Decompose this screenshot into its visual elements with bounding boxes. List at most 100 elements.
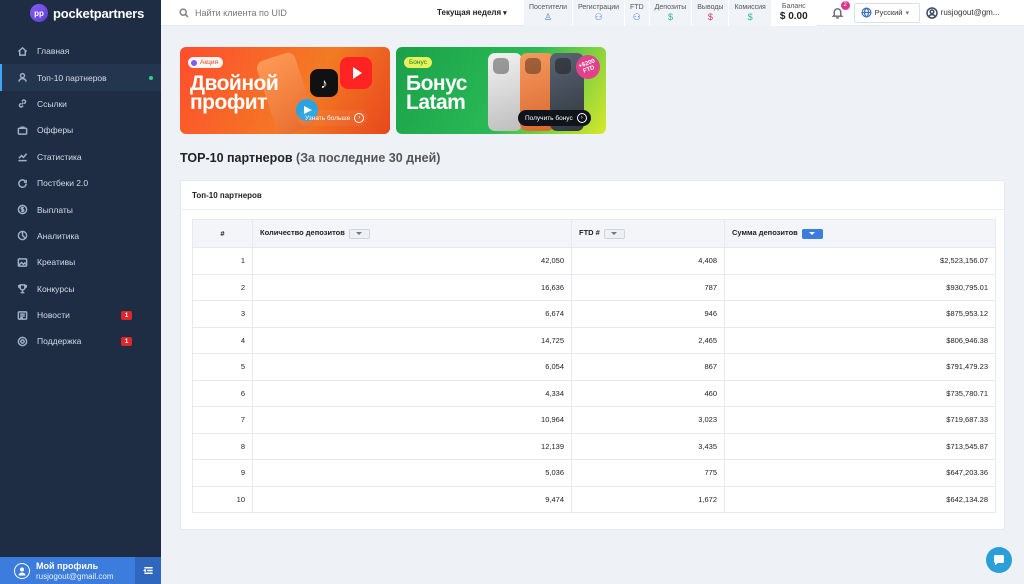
col-ftd-label: FTD # xyxy=(579,228,600,238)
col-ftd[interactable]: FTD # xyxy=(571,219,725,248)
cell-sum: $713,545.87 xyxy=(724,432,996,460)
banner-title: Бонус Latam xyxy=(406,73,467,114)
banner-title: Двойной профит xyxy=(190,73,279,113)
chat-icon xyxy=(994,555,1004,566)
table-row: 5 6,054 867 $791,479.23 xyxy=(192,353,996,381)
search-box xyxy=(161,7,417,18)
sort-sum-button[interactable] xyxy=(801,228,823,239)
table-row: 2 16,636 787 $930,795.01 xyxy=(192,273,996,301)
cell-sum: $2,523,156.07 xyxy=(724,247,996,275)
stat-balance[interactable]: Баланс $ 0.00 xyxy=(771,0,817,26)
user-icon xyxy=(16,72,28,84)
phone-illustration xyxy=(488,53,522,131)
sidebar-item-contests[interactable]: Конкурсы xyxy=(0,276,161,302)
sidebar-item-payouts[interactable]: Выплаты xyxy=(0,196,161,222)
notifications-button[interactable]: 2 xyxy=(831,0,850,20)
sidebar-item-support[interactable]: Поддержка 1 xyxy=(0,328,161,354)
sidebar-item-top10[interactable]: Топ-10 партнеров xyxy=(0,64,161,91)
sidebar-item-label: Статистика xyxy=(37,151,82,162)
cell-ftd: 4,408 xyxy=(571,247,725,275)
profile-name: Мой профиль xyxy=(36,560,99,571)
cell-rank: 6 xyxy=(192,379,253,407)
cell-deposits: 12,139 xyxy=(252,432,572,460)
stat-withdrawals[interactable]: Выводы $ xyxy=(692,0,730,26)
sidebar-item-links[interactable]: Ссылки xyxy=(0,91,161,117)
sort-deposits-button[interactable] xyxy=(348,228,370,239)
support-icon xyxy=(16,335,28,347)
cell-ftd: 3,023 xyxy=(571,406,725,434)
search-input[interactable] xyxy=(195,7,395,18)
balance-value: $ 0.00 xyxy=(779,11,808,22)
banner-title-line: Latam xyxy=(406,91,466,114)
top10-card: Топ-10 партнеров # Количество депозитов … xyxy=(180,180,1005,530)
chat-button[interactable] xyxy=(986,547,1012,573)
sidebar-item-label: Новости xyxy=(37,310,70,321)
cell-deposits: 42,050 xyxy=(252,247,572,275)
user-menu[interactable]: rusjogout@gm... xyxy=(925,6,1000,19)
promo-banner-bonus-latam[interactable]: +$200 FTD Бонус Бонус Latam Получить бон… xyxy=(396,47,606,134)
stats-bar: Посетители ♙ Регистрации ⚇ FTD ⚇ Депозит… xyxy=(524,0,817,26)
dollar-icon: $ xyxy=(667,11,673,22)
sidebar-item-label: Постбеки 2.0 xyxy=(37,178,89,189)
page-title-main: TOP-10 партнеров xyxy=(180,151,293,165)
cell-rank: 3 xyxy=(192,300,253,328)
sidebar-item-news[interactable]: Новости 1 xyxy=(0,302,161,328)
col-sum[interactable]: Сумма депозитов xyxy=(724,219,996,248)
globe-icon xyxy=(861,7,872,18)
col-rank: # xyxy=(192,219,253,248)
analytics-icon xyxy=(16,230,28,242)
cell-ftd: 1,672 xyxy=(571,485,725,513)
col-deposits-label: Количество депозитов xyxy=(260,228,345,238)
cell-rank: 10 xyxy=(192,485,253,513)
dollar-icon xyxy=(16,204,28,216)
sidebar-item-creatives[interactable]: Креативы xyxy=(0,249,161,275)
arrow-right-icon: › xyxy=(576,113,587,123)
search-icon xyxy=(179,7,189,18)
cell-ftd: 460 xyxy=(571,379,725,407)
profile-panel[interactable]: Мой профиль rusjogout@gmail.com xyxy=(0,557,161,584)
language-selector[interactable]: Русский ▾ xyxy=(853,2,920,23)
cell-rank: 8 xyxy=(192,432,253,460)
banner-tag: Бонус xyxy=(404,57,432,68)
sort-ftd-button[interactable] xyxy=(603,228,625,239)
sidebar-item-postbacks[interactable]: Постбеки 2.0 xyxy=(0,170,161,196)
cell-deposits: 6,674 xyxy=(252,300,572,328)
tiktok-icon: ♪ xyxy=(310,69,338,97)
cell-sum: $806,946.38 xyxy=(724,326,996,354)
youtube-icon xyxy=(340,57,372,89)
table-row: 1 42,050 4,408 $2,523,156.07 xyxy=(192,247,996,275)
active-dot xyxy=(149,75,153,80)
stat-deposits[interactable]: Депозиты $ xyxy=(649,0,693,26)
sidebar-item-analytics[interactable]: Аналитика xyxy=(0,223,161,249)
support-badge: 1 xyxy=(121,336,132,346)
promo-banner-double-profit[interactable]: ♪ Акция Двойной профит Узнать больше › xyxy=(180,47,390,134)
avatar-icon xyxy=(14,562,30,579)
stat-label: Комиссия xyxy=(734,3,766,11)
image-icon xyxy=(16,256,28,268)
cell-deposits: 10,964 xyxy=(252,406,572,434)
stat-registrations[interactable]: Регистрации ⚇ xyxy=(572,0,626,26)
sidebar-item-home[interactable]: Главная xyxy=(0,38,161,64)
stat-visitors[interactable]: Посетители ♙ xyxy=(524,0,573,26)
sidebar-item-label: Аналитика xyxy=(37,230,80,241)
cell-rank: 1 xyxy=(192,247,253,275)
sidebar-item-label: Выплаты xyxy=(37,204,73,215)
card-title: Топ-10 партнеров xyxy=(181,181,1004,210)
sidebar-item-statistics[interactable]: Статистика xyxy=(0,144,161,170)
collapse-sidebar-button[interactable] xyxy=(135,557,161,584)
learn-more-button[interactable]: Узнать больше › xyxy=(298,110,369,126)
get-bonus-button[interactable]: Получить бонус › xyxy=(518,110,591,126)
profile-text: Мой профиль rusjogout@gmail.com xyxy=(36,561,113,581)
stat-ftd[interactable]: FTD ⚇ xyxy=(625,0,650,26)
period-selector[interactable]: Текущая неделя ▾ xyxy=(437,8,515,17)
table-row: 8 12,139 3,435 $713,545.87 xyxy=(192,432,996,460)
logo[interactable]: pp pocketpartners xyxy=(0,0,161,26)
stat-commission[interactable]: Комиссия $ xyxy=(729,0,772,26)
col-deposits[interactable]: Количество депозитов xyxy=(252,219,572,248)
stat-label: Выводы xyxy=(697,3,724,11)
sidebar-item-offers[interactable]: Офферы xyxy=(0,117,161,143)
language-label: Русский xyxy=(874,8,903,17)
user-email: rusjogout@gm... xyxy=(940,8,1000,17)
sidebar-item-label: Главная xyxy=(37,46,70,57)
stat-label: FTD xyxy=(630,3,644,11)
